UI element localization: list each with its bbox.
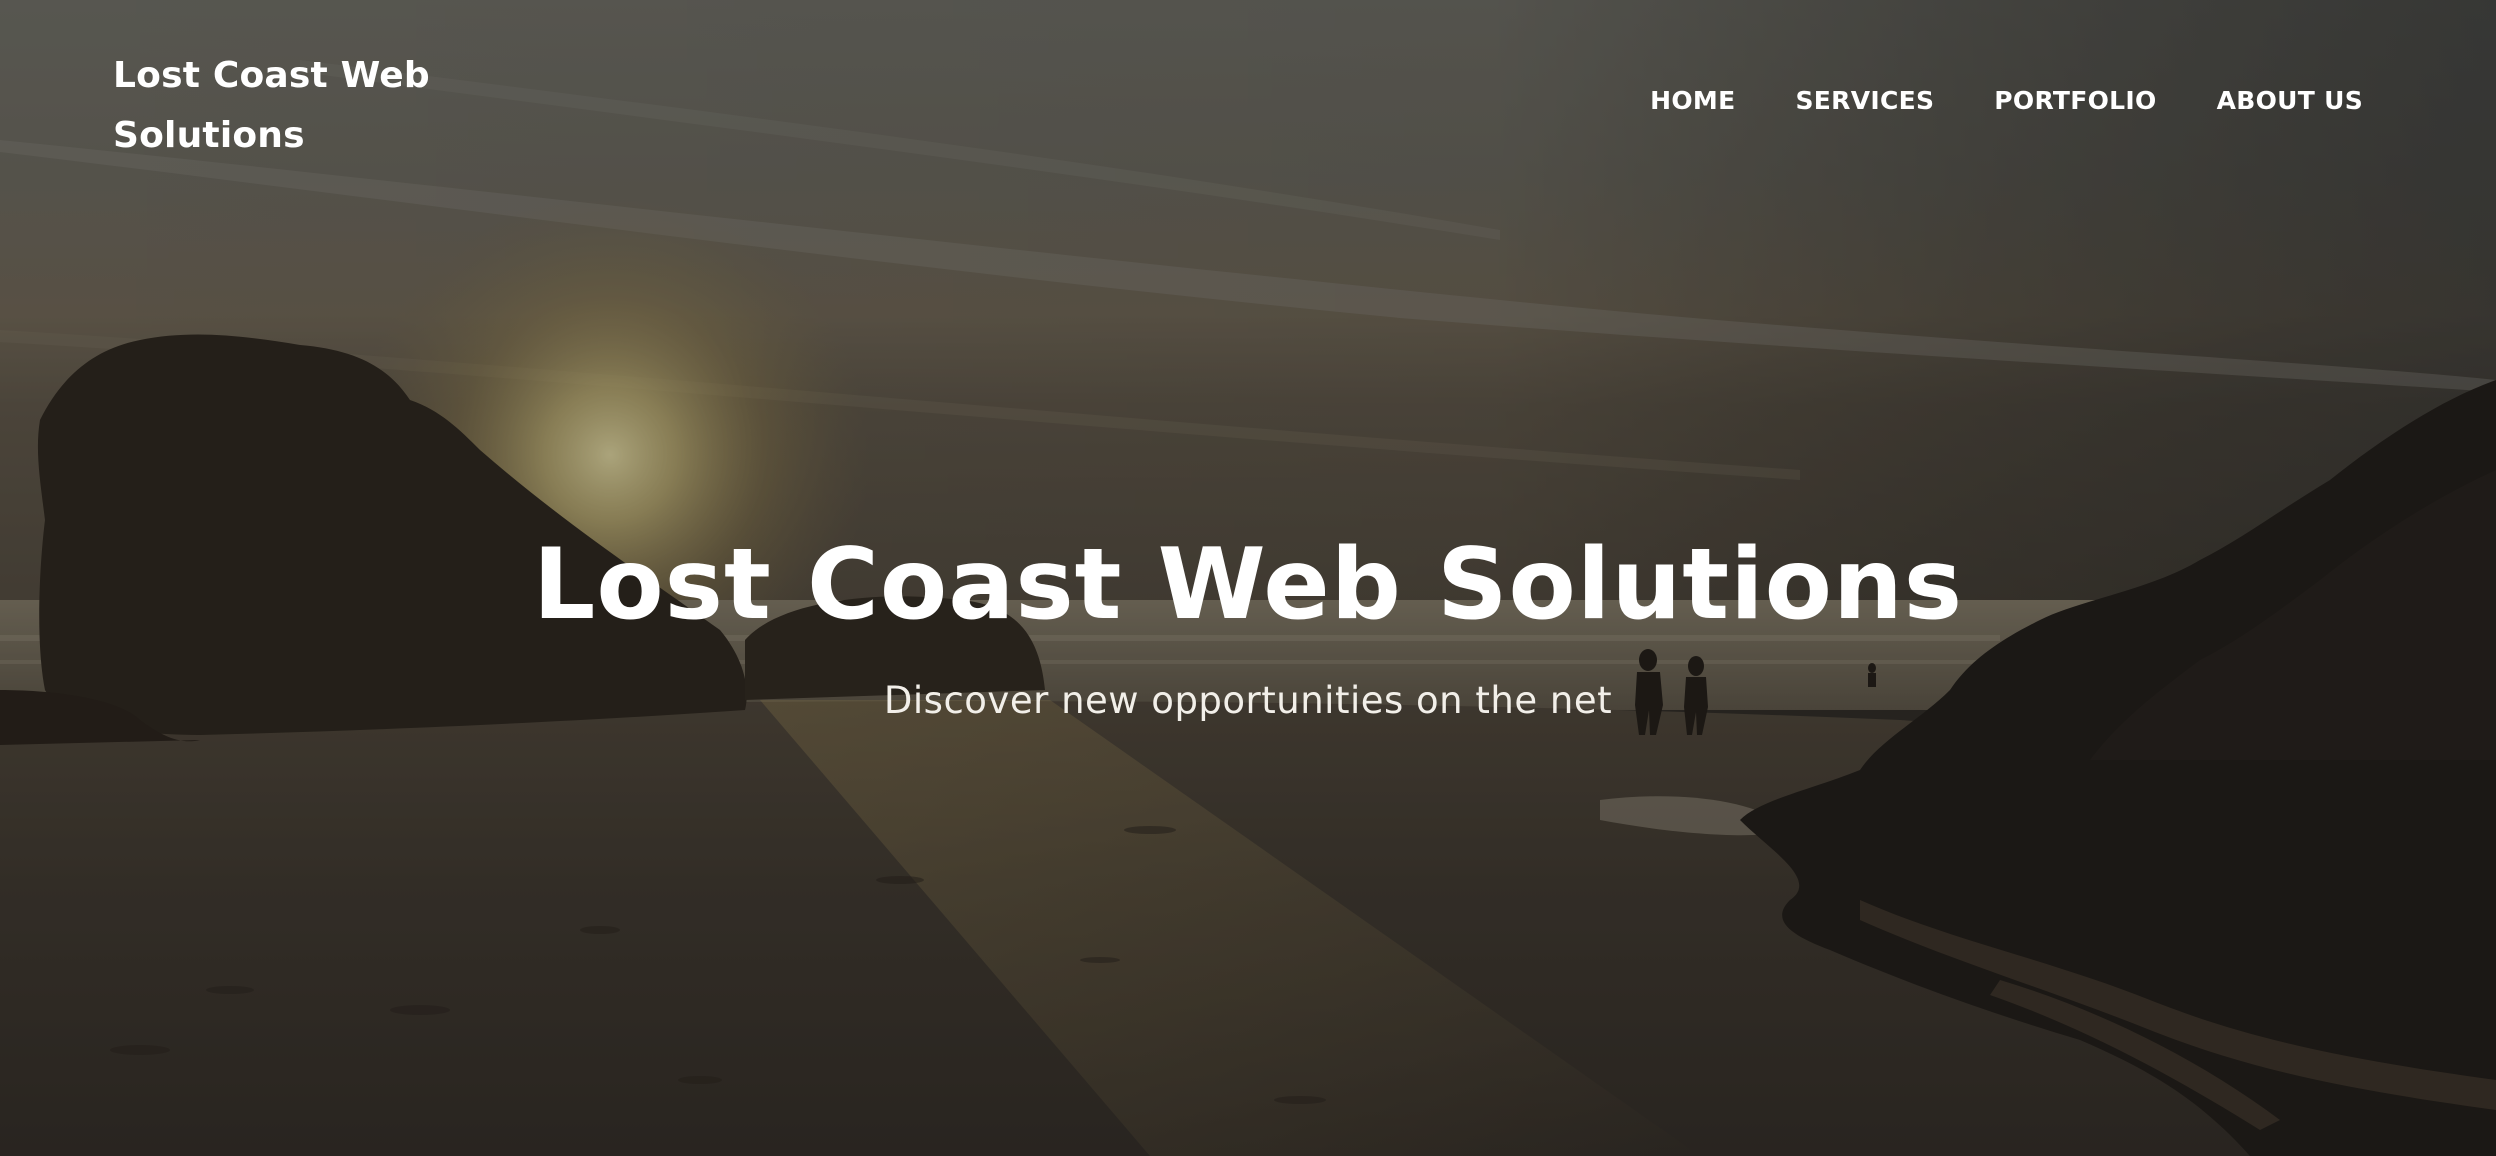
nav-link-services[interactable]: SERVICES (1795, 86, 1934, 115)
nav-link-home[interactable]: HOME (1650, 86, 1735, 115)
hero-subtitle: Discover new opportunities on the net (883, 679, 1613, 722)
hero-content: Lost Coast Web Solutions Discover new op… (0, 520, 2496, 726)
nav-link-portfolio[interactable]: PORTFOLIO (1994, 86, 2156, 115)
site-header: Lost Coast Web Solutions HOME SERVICES P… (0, 0, 2496, 180)
hero-title: Lost Coast Web Solutions (532, 528, 1964, 642)
nav-link-about-us[interactable]: ABOUT US (2217, 86, 2363, 115)
main-navigation: HOME SERVICES PORTFOLIO ABOUT US (1650, 86, 2363, 115)
site-logo-text[interactable]: Lost Coast Web Solutions (113, 46, 453, 166)
hero-section: Lost Coast Web Solutions HOME SERVICES P… (0, 0, 2496, 1156)
